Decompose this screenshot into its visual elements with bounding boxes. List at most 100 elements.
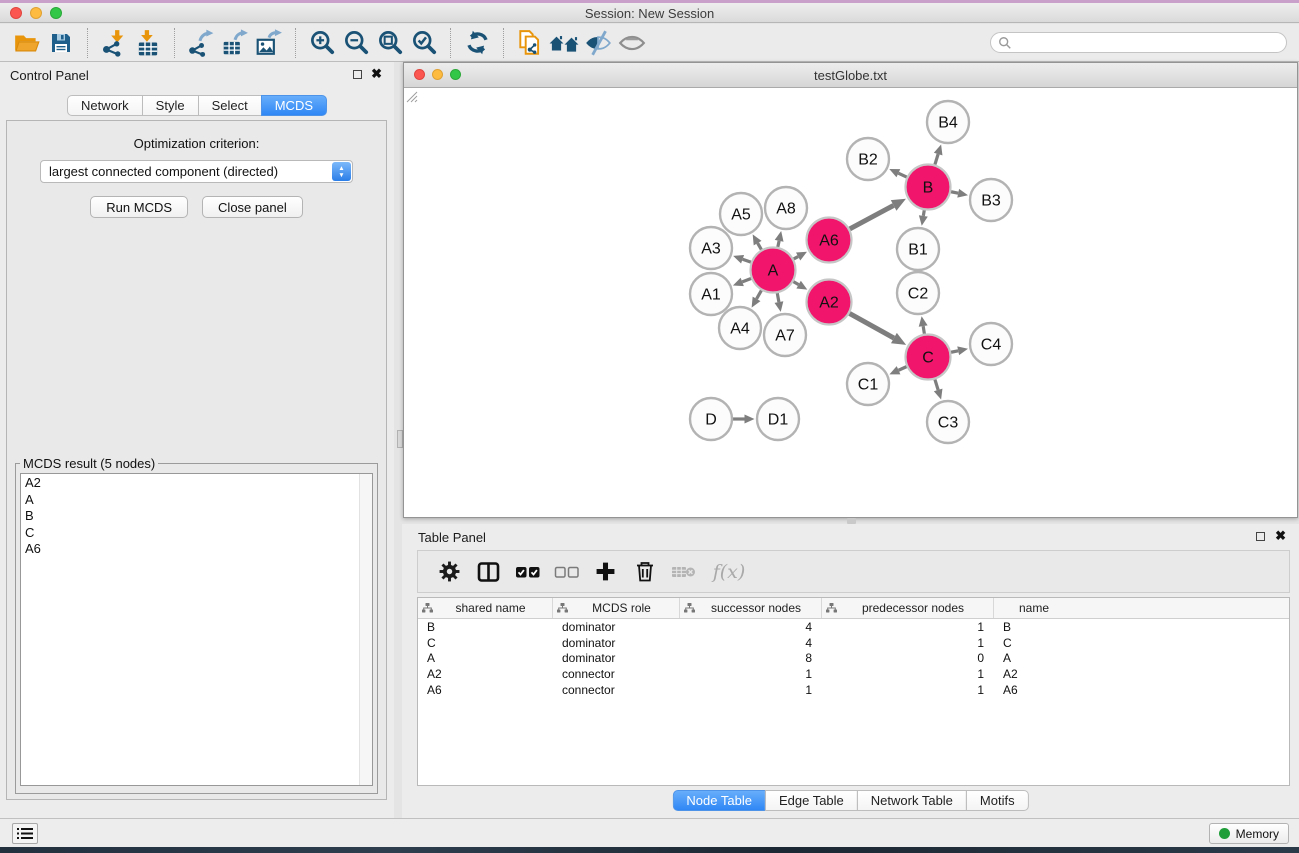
graph-edge-A-A5[interactable] <box>758 243 762 250</box>
zoom-fit-icon[interactable] <box>373 27 407 58</box>
graph-edge-B-B1[interactable] <box>923 210 924 216</box>
mcds-result-item[interactable]: B <box>21 507 372 524</box>
graph-node-C2[interactable]: C2 <box>897 272 939 314</box>
column-header-name[interactable]: name <box>994 598 1074 618</box>
column-header-predecessor-nodes[interactable]: predecessor nodes <box>822 598 994 618</box>
float-table-panel-icon[interactable] <box>1256 532 1265 541</box>
select-all-columns-icon[interactable] <box>508 555 547 589</box>
column-header-shared-name[interactable]: shared name <box>418 598 553 618</box>
refresh-icon[interactable] <box>460 27 494 58</box>
column-header-successor-nodes[interactable]: successor nodes <box>680 598 822 618</box>
tab-network[interactable]: Network <box>67 95 143 116</box>
graph-node-B1[interactable]: B1 <box>897 228 939 270</box>
tab-select[interactable]: Select <box>198 95 262 116</box>
graph-edge-B-B4[interactable] <box>935 154 938 165</box>
graph-node-A8[interactable]: A8 <box>765 187 807 229</box>
mcds-result-item[interactable]: A2 <box>21 474 372 491</box>
search-input[interactable] <box>1012 34 1286 51</box>
graph-node-A2[interactable]: A2 <box>807 280 852 325</box>
network-window-titlebar[interactable]: testGlobe.txt <box>404 63 1297 88</box>
graph-node-C3[interactable]: C3 <box>927 401 969 443</box>
show-column-panel-icon[interactable] <box>469 555 508 589</box>
open-session-icon[interactable] <box>10 27 44 58</box>
graph-edge-A-A4[interactable] <box>757 290 762 298</box>
graph-node-A5[interactable]: A5 <box>720 193 762 235</box>
tab-mcds[interactable]: MCDS <box>261 95 327 116</box>
graph-edge-A2-C[interactable] <box>850 313 894 338</box>
create-column-plus-icon[interactable] <box>586 555 625 589</box>
graph-node-A[interactable]: A <box>751 248 796 293</box>
graph-edge-A-A3[interactable] <box>743 259 751 262</box>
export-image-icon[interactable] <box>252 27 286 58</box>
graph-node-D[interactable]: D <box>690 398 732 440</box>
tab-network-table[interactable]: Network Table <box>857 790 967 811</box>
graph-edge-A-A1[interactable] <box>742 278 751 281</box>
home-view-icon[interactable] <box>547 27 581 58</box>
graph-node-C4[interactable]: C4 <box>970 323 1012 365</box>
tab-style[interactable]: Style <box>142 95 199 116</box>
duplicate-network-icon[interactable] <box>513 27 547 58</box>
graph-node-C1[interactable]: C1 <box>847 363 889 405</box>
float-panel-icon[interactable] <box>353 70 362 79</box>
graph-node-B[interactable]: B <box>906 165 951 210</box>
graph-node-B3[interactable]: B3 <box>970 179 1012 221</box>
unselect-all-columns-icon[interactable] <box>547 555 586 589</box>
mcds-result-item[interactable]: A <box>21 491 372 508</box>
graph-node-A4[interactable]: A4 <box>719 307 761 349</box>
network-canvas[interactable]: B4 B2 B B3 A5A8A6 B1 A3 A A1 C2 A2 A4A7 C4 C C1 C3 D D1 <box>404 89 1297 517</box>
graph-edge-C-C2[interactable] <box>923 326 924 334</box>
import-table-icon[interactable] <box>131 27 165 58</box>
graph-node-A6[interactable]: A6 <box>807 218 852 263</box>
table-row[interactable]: A6connector11A6 <box>418 682 1289 698</box>
run-mcds-button[interactable]: Run MCDS <box>90 196 188 218</box>
close-table-panel-icon[interactable]: ✖ <box>1275 528 1286 544</box>
tab-motifs[interactable]: Motifs <box>966 790 1029 811</box>
table-settings-gear-icon[interactable] <box>430 555 469 589</box>
criterion-select[interactable]: largest connected component (directed) ▲… <box>40 160 353 183</box>
close-panel-icon[interactable]: ✖ <box>371 66 382 82</box>
graph-node-A7[interactable]: A7 <box>764 314 806 356</box>
graph-node-C[interactable]: C <box>906 335 951 380</box>
memory-button[interactable]: Memory <box>1209 823 1289 844</box>
tab-edge-table[interactable]: Edge Table <box>765 790 858 811</box>
column-header-MCDS-role[interactable]: MCDS role <box>553 598 680 618</box>
graph-node-B4[interactable]: B4 <box>927 101 969 143</box>
graph-edge-A-A6[interactable] <box>794 257 798 259</box>
table-row[interactable]: Cdominator41C <box>418 635 1289 651</box>
graph-node-B2[interactable]: B2 <box>847 138 889 180</box>
show-all-eye-icon[interactable] <box>615 27 649 58</box>
graph-edge-C-C1[interactable] <box>899 367 907 371</box>
graph-node-A1[interactable]: A1 <box>690 273 732 315</box>
export-table-icon[interactable] <box>218 27 252 58</box>
zoom-out-icon[interactable] <box>339 27 373 58</box>
close-panel-button[interactable]: Close panel <box>202 196 303 218</box>
delete-column-trash-icon[interactable] <box>625 555 664 589</box>
save-session-icon[interactable] <box>44 27 78 58</box>
import-network-icon[interactable] <box>97 27 131 58</box>
delete-table-icon[interactable] <box>664 555 703 589</box>
graph-edge-A-A8[interactable] <box>778 241 779 247</box>
zoom-in-icon[interactable] <box>305 27 339 58</box>
graph-edge-B-B2[interactable] <box>898 173 906 177</box>
graph-node-A3[interactable]: A3 <box>690 227 732 269</box>
zoom-selected-icon[interactable] <box>407 27 441 58</box>
hide-selected-icon[interactable] <box>581 27 615 58</box>
graph-edge-A-A2[interactable] <box>793 282 798 285</box>
graph-edge-B-B3[interactable] <box>951 192 958 193</box>
function-builder-icon[interactable]: f(x) <box>703 555 755 589</box>
mcds-result-item[interactable]: C <box>21 524 372 541</box>
mcds-result-item[interactable]: A6 <box>21 540 372 557</box>
resize-grip-icon[interactable] <box>404 89 418 103</box>
graph-edge-C-C3[interactable] <box>935 379 938 390</box>
export-network-icon[interactable] <box>184 27 218 58</box>
result-list-scrollbar[interactable] <box>359 474 372 785</box>
graph-edge-A6-B[interactable] <box>850 205 894 229</box>
table-row[interactable]: Adominator80A <box>418 651 1289 667</box>
tab-node-table[interactable]: Node Table <box>672 790 766 811</box>
table-row[interactable]: Bdominator41B <box>418 619 1289 635</box>
graph-edge-A-A7[interactable] <box>777 293 779 302</box>
task-history-list-icon[interactable] <box>12 823 38 844</box>
search-field[interactable] <box>990 32 1287 53</box>
table-row[interactable]: A2connector11A2 <box>418 666 1289 682</box>
graph-node-D1[interactable]: D1 <box>757 398 799 440</box>
